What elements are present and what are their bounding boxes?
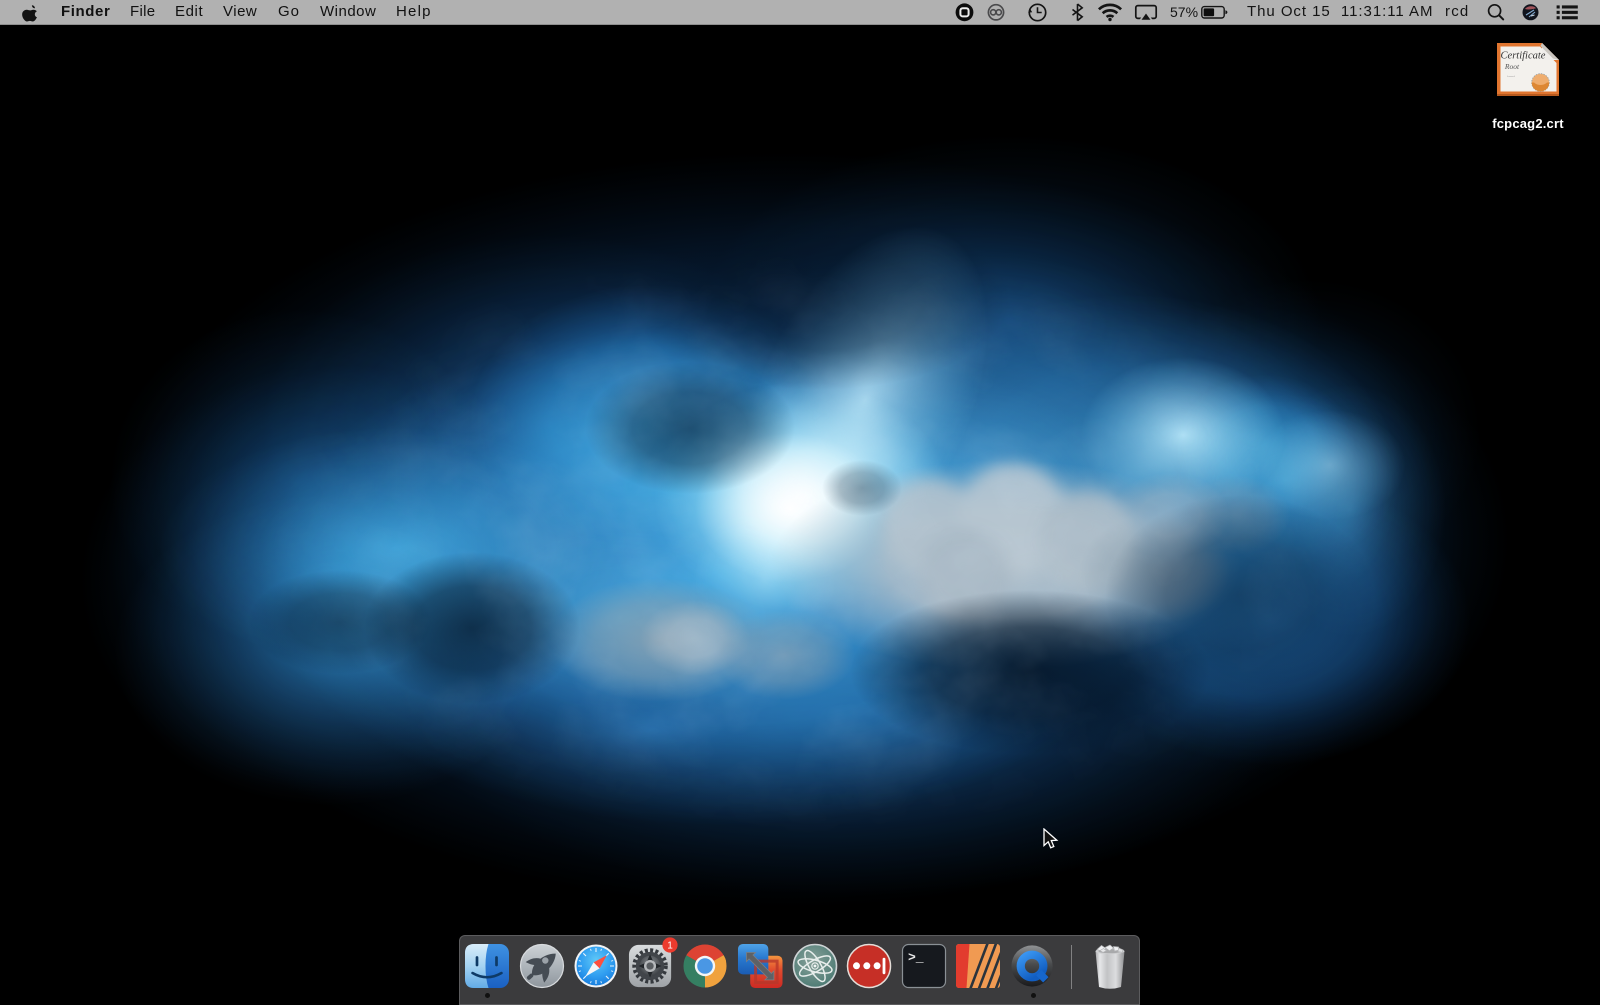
svg-text:·—·: ·—· [1507,74,1516,80]
svg-text:Certificate: Certificate [1501,51,1546,62]
svg-text:Root: Root [1504,62,1520,71]
svg-text:>_: >_ [908,950,924,965]
svg-text:1: 1 [667,940,673,951]
